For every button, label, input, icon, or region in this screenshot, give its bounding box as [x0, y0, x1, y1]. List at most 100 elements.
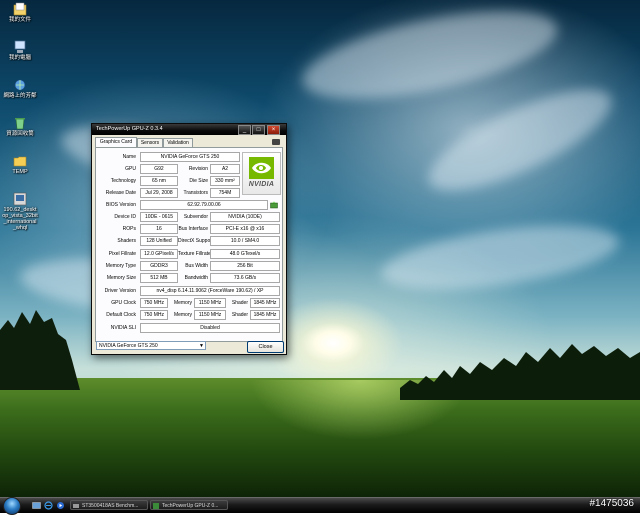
directx-value: 10.0 / SM4.0	[210, 236, 280, 246]
nvidia-sli-label: NVIDIA SLI	[110, 325, 136, 331]
gpu-label: GPU	[125, 166, 136, 172]
installer-icon	[13, 192, 27, 206]
treeline	[400, 344, 640, 400]
bandwidth-label: Bandwidth	[184, 275, 208, 281]
media-player-icon[interactable]	[56, 501, 65, 510]
memory-type-label: Memory Type	[105, 263, 136, 269]
memory-type-value: GDDR3	[140, 261, 178, 271]
device-id-value: 10DE - 0615	[140, 212, 178, 222]
bios-version-value: 62.92.79.00.06	[140, 200, 268, 210]
bus-width-label: Bus Width	[185, 263, 208, 269]
internet-explorer-icon[interactable]	[44, 501, 53, 510]
driver-version-value: nv4_disp 6.14.11.9062 (ForceWare 190.62)…	[140, 286, 280, 296]
technology-value: 65 nm	[140, 176, 178, 186]
shaders-value: 128 Unified	[140, 236, 178, 246]
transistors-label: Transistors	[183, 190, 208, 196]
window-titlebar[interactable]: TechPowerUp GPU-Z 0.3.4 _ □ ×	[92, 124, 286, 135]
close-icon: ×	[271, 127, 276, 133]
name-value: NVIDIA GeForce GTS 250	[140, 152, 240, 162]
gpu-clock-shader-label: Shader	[231, 300, 248, 306]
texture-fillrate-label: Texture Fillrate	[178, 251, 211, 257]
release-date-value: Jul 29, 2008	[140, 188, 178, 198]
memory-size-label: Memory Size	[106, 275, 136, 281]
default-clock-label: Default Clock	[106, 312, 136, 318]
gpu-select-dropdown[interactable]: NVIDIA GeForce GTS 250 ▼	[96, 341, 206, 350]
taskbar-button-gpuz[interactable]: TechPowerUp GPU-Z 0...	[150, 500, 228, 510]
desktop-icon-my-documents[interactable]: 我的文件	[2, 2, 38, 23]
bus-width-value: 256 Bit	[210, 261, 280, 271]
name-label: Name	[122, 154, 136, 160]
computer-icon	[13, 40, 27, 54]
desktop-icon-recycle-bin[interactable]: 資源回收筒	[2, 116, 38, 137]
bus-interface-label: Bus Interface	[178, 226, 208, 232]
start-button[interactable]	[3, 497, 21, 515]
tree-silhouette	[0, 310, 80, 390]
gpuz-window: TechPowerUp GPU-Z 0.3.4 _ □ × Graphics C…	[91, 123, 287, 355]
tab-validation[interactable]: Validation	[163, 138, 193, 147]
taskbar-button-label: ST3500418AS Benchm...	[82, 503, 139, 509]
desktop-icon-driver-installer[interactable]: 190.62_desktop_vista_32bit_international…	[2, 192, 38, 231]
tab-sensors[interactable]: Sensors	[137, 138, 163, 147]
network-icon	[13, 78, 27, 92]
taskbar: ST3500418AS Benchm... TechPowerUp GPU-Z …	[0, 497, 640, 515]
close-window-button[interactable]: ×	[267, 125, 280, 135]
taskbar-button-hdtune[interactable]: ST3500418AS Benchm...	[70, 500, 148, 510]
tab-graphics-card[interactable]: Graphics Card	[95, 137, 137, 147]
gpu-clock-shader-value: 1845 MHz	[250, 298, 280, 308]
pixel-fillrate-label: Pixel Fillrate	[108, 251, 136, 257]
show-desktop-icon[interactable]	[32, 501, 41, 510]
memory-size-value: 512 MB	[140, 273, 178, 283]
technology-label: Technology	[110, 178, 136, 184]
bios-save-icon[interactable]	[270, 201, 278, 209]
nvidia-eye-icon	[249, 157, 274, 179]
folder-document-icon	[13, 2, 27, 16]
desktop-icon-label: 190.62_desktop_vista_32bit_international…	[2, 207, 38, 231]
gpu-clock-memory-label: Memory	[173, 300, 192, 306]
default-clock-shader-label: Shader	[231, 312, 248, 318]
nvidia-logo-text: NVIDIA	[248, 181, 275, 188]
maximize-icon: □	[256, 127, 261, 133]
gpu-clock-memory-value: 1150 MHz	[194, 298, 226, 308]
default-clock-memory-value: 1150 MHz	[194, 310, 226, 320]
default-clock-value: 750 MHz	[140, 310, 168, 320]
gpuz-icon	[153, 503, 159, 509]
die-size-value: 330 mm²	[210, 176, 240, 186]
gpu-value: G92	[140, 164, 178, 174]
driver-version-label: Driver Version	[104, 288, 136, 294]
tab-strip: Graphics Card Sensors Validation	[95, 137, 283, 147]
cloud	[377, 213, 623, 302]
cloud	[416, 70, 624, 210]
desktop-icon-label: 資源回收筒	[6, 131, 34, 137]
pixel-fillrate-value: 12.0 GPixel/s	[140, 249, 178, 259]
desktop-icon-temp[interactable]: TEMP	[2, 154, 38, 175]
post-id-watermark: #1475036	[589, 498, 635, 509]
chevron-down-icon: ▼	[199, 343, 204, 349]
minimize-button[interactable]: _	[238, 125, 251, 135]
release-date-label: Release Date	[105, 190, 136, 196]
device-id-label: Device ID	[114, 214, 136, 220]
gpu-select-value: NVIDIA GeForce GTS 250	[99, 343, 158, 349]
shaders-label: Shaders	[117, 238, 136, 244]
taskbar-button-label: TechPowerUp GPU-Z 0...	[162, 503, 219, 509]
hdd-icon	[73, 504, 79, 508]
recycle-bin-icon	[13, 116, 27, 130]
desktop-icon-network[interactable]: 網路上的芳鄰	[2, 78, 38, 99]
default-clock-shader-value: 1845 MHz	[250, 310, 280, 320]
desktop-icon-label: 我的電腦	[8, 55, 31, 61]
texture-fillrate-value: 48.0 GTexel/s	[210, 249, 280, 259]
maximize-button[interactable]: □	[252, 125, 265, 135]
rops-label: ROPs	[122, 226, 136, 232]
minimize-icon: _	[242, 127, 247, 133]
close-button[interactable]: Close	[247, 341, 284, 353]
desktop-icon-my-computer[interactable]: 我的電腦	[2, 40, 38, 61]
cloud	[295, 0, 565, 117]
desktop-icon-label: 我的文件	[8, 17, 31, 23]
bandwidth-value: 73.6 GB/s	[210, 273, 280, 283]
window-title: TechPowerUp GPU-Z 0.3.4	[96, 126, 163, 132]
nvidia-sli-value: Disabled	[140, 323, 280, 333]
bus-interface-value: PCI-E x16 @ x16	[210, 224, 280, 234]
subvendor-label: Subvendor	[183, 214, 208, 220]
die-size-label: Die Size	[189, 178, 208, 184]
revision-label: Revision	[188, 166, 208, 172]
camera-icon[interactable]	[272, 139, 280, 145]
